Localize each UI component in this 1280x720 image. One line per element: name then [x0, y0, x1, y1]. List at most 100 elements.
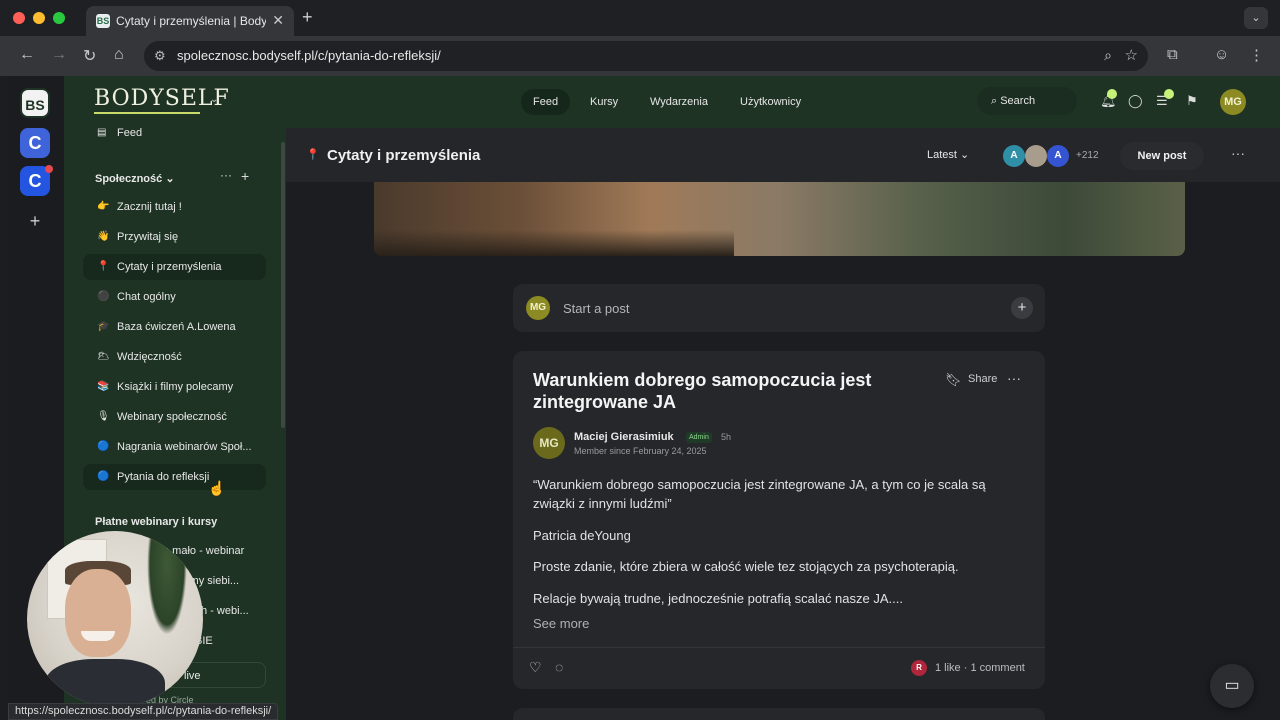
graduation-cap-icon: 🎓: [97, 321, 110, 332]
reload-icon[interactable]: ↻: [83, 46, 96, 66]
add-icon[interactable]: +: [1011, 297, 1033, 319]
address-url[interactable]: spolecznosc.bodyself.pl/c/pytania-do-ref…: [177, 48, 441, 63]
address-bar[interactable]: ⚙ spolecznosc.bodyself.pl/c/pytania-do-r…: [144, 41, 1148, 71]
pin-icon: 📍: [306, 149, 320, 161]
member-avatar-photo[interactable]: [1025, 145, 1047, 167]
extensions-icon[interactable]: ⧉: [1167, 46, 1178, 63]
sidebar-item-wdziecznosc[interactable]: 🌥 Wdzięczność: [83, 344, 266, 370]
section-platne[interactable]: Płatne webinary i kursy: [95, 516, 217, 528]
sidebar-item-chat[interactable]: ⚫ Chat ogólny: [83, 284, 266, 310]
chevron-down-icon[interactable]: ⌄: [210, 94, 218, 105]
sidebar-item-label: h - webi...: [201, 605, 249, 617]
add-community-button[interactable]: +: [20, 206, 50, 236]
zoom-window-button[interactable]: [53, 12, 65, 24]
post-title[interactable]: Warunkiem dobrego samopoczucia jest zint…: [533, 369, 913, 413]
see-more-link[interactable]: See more: [533, 616, 589, 631]
post-paragraph: Relacje bywają trudne, jednocześnie potr…: [533, 591, 903, 606]
liker-avatar[interactable]: R: [911, 660, 927, 676]
home-icon[interactable]: ⌂: [114, 46, 124, 64]
back-icon[interactable]: ←: [19, 46, 35, 64]
sidebar-scrollbar[interactable]: [281, 142, 285, 428]
sidebar-item-pytania[interactable]: 🔵 Pytania do refleksji: [83, 464, 266, 490]
sidebar-item-label: Zacznij tutaj !: [117, 201, 182, 213]
site-settings-icon[interactable]: ⚙: [154, 48, 166, 64]
chat-badge: [1164, 89, 1174, 99]
sidebar-item-ksiazki[interactable]: 📚 Książki i filmy polecamy: [83, 374, 266, 400]
zoom-icon[interactable]: ⌕: [1104, 47, 1112, 64]
more-options-icon[interactable]: ···: [1231, 145, 1245, 161]
sort-label: Latest: [927, 149, 957, 161]
sort-dropdown[interactable]: Latest ⌄: [927, 148, 969, 161]
composer-placeholder[interactable]: Start a post: [563, 301, 629, 316]
menu-kebab-icon[interactable]: ⋮: [1249, 46, 1264, 64]
sidebar-item-label: Baza ćwiczeń A.Lowena: [117, 321, 236, 333]
sidebar-item-przywitaj[interactable]: 👋 Przywitaj się: [83, 224, 266, 250]
comment-icon[interactable]: ◌: [555, 659, 563, 675]
likes-comments-count[interactable]: 1 like · 1 comment: [935, 662, 1025, 674]
browser-tab[interactable]: BS Cytaty i przemyślenia | Bodyself ✕: [86, 6, 294, 36]
bookmark-star-icon[interactable]: ☆: [1125, 46, 1138, 64]
post-paragraph: Proste zdanie, które zbiera w całość wie…: [533, 559, 959, 574]
sidebar-item-zacznij[interactable]: 👉 Zacznij tutaj !: [83, 194, 266, 220]
section-spolecznosc[interactable]: Społeczność ⌄: [95, 172, 175, 185]
nav-uzytkownicy[interactable]: Użytkownicy: [728, 89, 813, 115]
sidebar-item-cytaty[interactable]: 📍 Cytaty i przemyślenia: [83, 254, 266, 280]
waving-hand-icon: 👋: [97, 231, 110, 242]
forward-icon[interactable]: →: [51, 46, 67, 64]
sidebar-item-label: Nagrania webinarów Społ...: [117, 441, 252, 453]
sidebar-item-label: Webinary społeczność: [117, 411, 227, 423]
sidebar-item-webinary[interactable]: 🎙 Webinary społeczność: [83, 404, 266, 430]
minimize-window-button[interactable]: [33, 12, 45, 24]
status-bar-url: https://spolecznosc.bodyself.pl/c/pytani…: [8, 703, 279, 720]
browser-tab-bar: BS Cytaty i przemyślenia | Bodyself ✕ + …: [0, 0, 1280, 36]
sidebar-item-baza[interactable]: 🎓 Baza ćwiczeń A.Lowena: [83, 314, 266, 340]
new-tab-button[interactable]: +: [302, 7, 313, 28]
chat-bubble-button[interactable]: ▭: [1210, 664, 1254, 708]
chevron-down-icon: ⌄: [960, 149, 970, 161]
mouse-cursor-icon: ☝: [208, 480, 226, 496]
profile-icon[interactable]: ☺: [1214, 46, 1229, 63]
heart-icon[interactable]: ♡: [529, 659, 542, 676]
presenter-smile: [81, 631, 115, 641]
sidebar-item-label: Książki i filmy polecamy: [117, 381, 234, 393]
sidebar-item-feed[interactable]: ▤ Feed: [83, 128, 266, 146]
sidebar-item-label: Pytania do refleksji: [117, 471, 210, 483]
section-add-icon[interactable]: +: [241, 168, 249, 184]
circle-icon: ⚫: [97, 291, 110, 302]
nav-wydarzenia[interactable]: Wydarzenia: [638, 89, 720, 115]
community-c1[interactable]: C: [20, 128, 50, 158]
microphone-icon: 🎙: [97, 411, 110, 422]
section-more-icon[interactable]: ···: [220, 168, 232, 182]
community-bodyself[interactable]: BS: [20, 88, 50, 118]
pin-icon: 📍: [97, 261, 110, 272]
composer-avatar: MG: [526, 296, 550, 320]
tab-search-button[interactable]: ⌄: [1244, 7, 1268, 29]
pointing-hand-icon: 👉: [97, 201, 110, 212]
close-icon[interactable]: ✕: [272, 12, 284, 29]
post-more-icon[interactable]: ···: [1007, 370, 1021, 386]
post-composer[interactable]: MG Start a post +: [513, 284, 1045, 332]
nav-kursy[interactable]: Kursy: [578, 89, 630, 115]
nav-feed[interactable]: Feed: [521, 89, 571, 115]
member-avatar[interactable]: A: [1047, 145, 1069, 167]
member-avatar[interactable]: A: [1003, 145, 1025, 167]
share-button[interactable]: Share: [968, 373, 997, 385]
messages-icon[interactable]: ◯: [1128, 93, 1143, 109]
bookmark-icon[interactable]: 🔖︎: [945, 372, 962, 388]
sidebar-item-label: Chat ogólny: [117, 291, 176, 303]
feed-icon: ▤: [97, 128, 107, 138]
author-avatar[interactable]: MG: [533, 427, 565, 459]
search-button[interactable]: ⌕ Search: [977, 87, 1077, 115]
author-name[interactable]: Maciej Gierasimiuk: [574, 431, 674, 443]
presenter-face: [65, 569, 131, 657]
section-title: Społeczność: [95, 173, 163, 185]
search-icon: ⌕: [991, 95, 1001, 107]
close-window-button[interactable]: [13, 12, 25, 24]
sidebar-item-label: Przywitaj się: [117, 231, 179, 243]
post-time: 5h: [721, 432, 732, 442]
sidebar-item-nagrania[interactable]: 🔵 Nagrania webinarów Społ...: [83, 434, 266, 460]
member-count[interactable]: +212: [1076, 150, 1099, 161]
bookmarks-icon[interactable]: ⚑: [1186, 93, 1198, 109]
new-post-button[interactable]: New post: [1120, 142, 1204, 170]
user-avatar[interactable]: MG: [1220, 89, 1246, 115]
